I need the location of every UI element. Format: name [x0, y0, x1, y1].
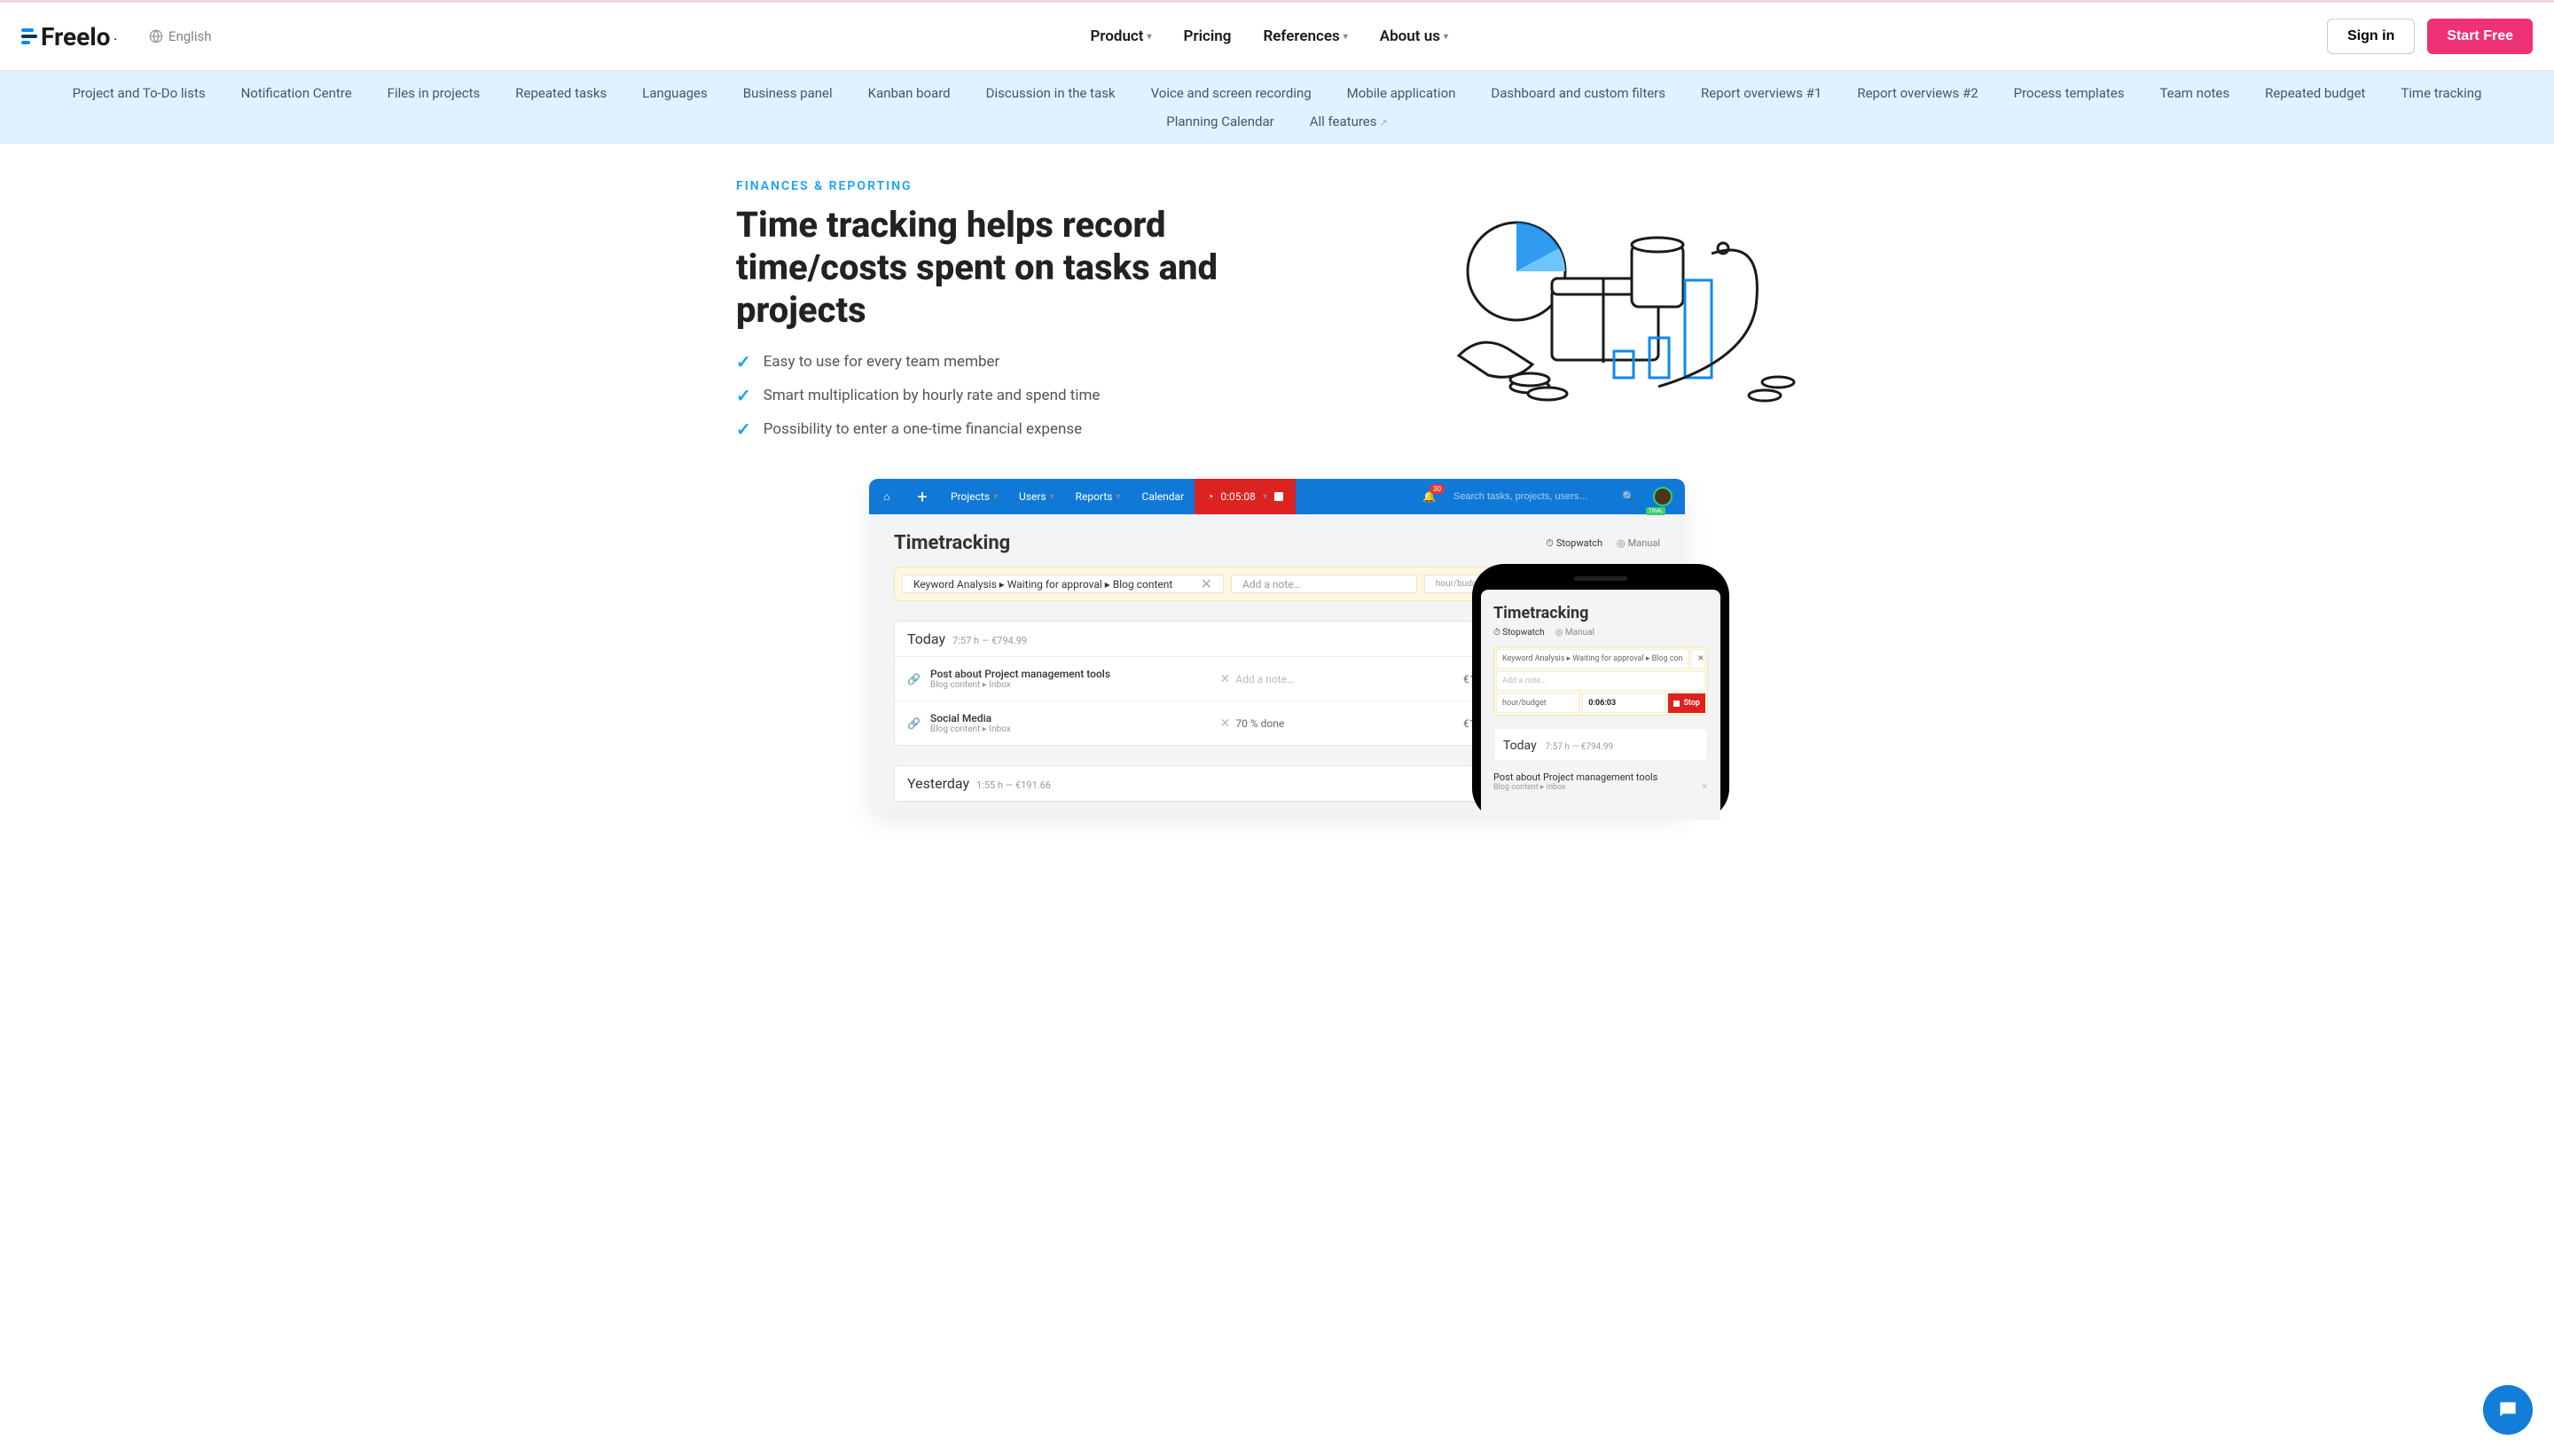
subnav-item[interactable]: Report overviews #1	[1701, 85, 1821, 101]
avatar[interactable]: TRIAL	[1653, 487, 1673, 506]
feature-bullet: ✓Smart multiplication by hourly rate and…	[736, 385, 1392, 406]
subnav-item[interactable]: Team notes	[2159, 85, 2229, 101]
globe-icon	[149, 29, 163, 43]
logo-icon	[21, 28, 37, 44]
subnav-item[interactable]: Planning Calendar	[1166, 114, 1273, 129]
nav-projects[interactable]: Projects▾	[940, 490, 1008, 503]
subnav-item[interactable]: Process templates	[2014, 85, 2125, 101]
subnav-item[interactable]: Time tracking	[2401, 85, 2481, 101]
home-icon[interactable]: ⌂	[869, 490, 905, 503]
mode-stopwatch[interactable]: ⏱ Stopwatch	[1493, 628, 1545, 638]
notifications-icon[interactable]: 🔔30	[1422, 490, 1436, 503]
link-icon: 🔗	[907, 717, 930, 730]
timer-widget[interactable]: ◔ 0:05:08▾	[1195, 479, 1296, 514]
mode-toggle: ⏱ Stopwatch ◎ Manual	[1546, 537, 1660, 550]
subnav-item[interactable]: Project and To-Do lists	[73, 85, 206, 101]
subnav-item[interactable]: Mobile application	[1347, 85, 1456, 101]
subnav-item[interactable]: Voice and screen recording	[1151, 85, 1312, 101]
close-icon[interactable]: ✕	[1701, 783, 1708, 792]
remove-icon[interactable]: ✕	[1214, 716, 1235, 731]
start-free-button[interactable]: Start Free	[2427, 19, 2533, 54]
chevron-down-icon: ▾	[1344, 32, 1348, 42]
mobile-mockup: Timetracking ⏱ Stopwatch ◎ Manual Keywor…	[1472, 564, 1729, 820]
link-icon: 🔗	[907, 673, 930, 685]
nav-product[interactable]: Product▾	[1090, 27, 1151, 45]
mode-manual[interactable]: ◎ Manual	[1617, 537, 1660, 550]
hero-title: Time tracking helps record time/costs sp…	[736, 204, 1233, 332]
search-icon[interactable]: 🔍	[1622, 490, 1635, 503]
subnav-item[interactable]: Repeated budget	[2265, 85, 2365, 101]
subnav-item[interactable]: Discussion in the task	[986, 85, 1116, 101]
search-input[interactable]	[1453, 491, 1604, 502]
add-icon[interactable]: +	[905, 486, 940, 507]
mode-stopwatch[interactable]: ⏱ Stopwatch	[1546, 537, 1602, 550]
subnav-item[interactable]: Business panel	[743, 85, 833, 101]
logo[interactable]: Freelo.	[21, 22, 117, 51]
subnav-item[interactable]: Kanban board	[868, 85, 951, 101]
signin-button[interactable]: Sign in	[2327, 19, 2415, 54]
subnav-item[interactable]: Languages	[642, 85, 708, 101]
nav-references[interactable]: References▾	[1263, 27, 1347, 45]
feature-bullet: ✓Possibility to enter a one-time financi…	[736, 419, 1392, 440]
remove-icon[interactable]: ✕	[1214, 672, 1235, 686]
elapsed-time: 0:06:03	[1582, 693, 1665, 713]
stop-button[interactable]: Stop	[1668, 693, 1705, 713]
nav-calendar[interactable]: Calendar	[1132, 490, 1195, 503]
app-screenshot: ⌂ + Projects▾ Users▾ Reports▾ Calendar ◔…	[834, 479, 1720, 811]
subnav-all-features[interactable]: All features	[1310, 114, 1388, 129]
subnav-item[interactable]: Dashboard and custom filters	[1491, 85, 1665, 101]
nav-reports[interactable]: Reports▾	[1065, 490, 1132, 503]
subnav-item[interactable]: Files in projects	[388, 85, 481, 101]
subnav-item[interactable]: Notification Centre	[241, 85, 352, 101]
nav-users[interactable]: Users▾	[1008, 490, 1065, 503]
nav-pricing[interactable]: Pricing	[1184, 27, 1232, 45]
feature-subnav: Project and To-Do lists Notification Cen…	[0, 71, 2554, 144]
chevron-down-icon: ▾	[1148, 32, 1152, 42]
chat-icon	[2496, 1398, 2519, 1421]
task-path[interactable]: Keyword Analysis ▸ Waiting for approval …	[1496, 649, 1688, 669]
clear-icon[interactable]: ✕	[1201, 575, 1212, 592]
clock-icon: ◔	[1207, 490, 1213, 503]
primary-nav: Product▾ Pricing References▾ About us▾	[1090, 27, 1448, 45]
rate-field[interactable]: hour/budget	[1496, 693, 1579, 713]
check-icon: ✓	[736, 419, 751, 440]
clear-icon[interactable]: ✕	[1691, 649, 1705, 669]
stop-icon	[1274, 492, 1283, 501]
note-input[interactable]: Add a note…	[1496, 671, 1705, 691]
check-icon: ✓	[736, 351, 751, 372]
main-header: Freelo. English Product▾ Pricing Referen…	[0, 0, 2554, 71]
note-input[interactable]: Add a note…	[1231, 575, 1417, 593]
check-icon: ✓	[736, 385, 751, 406]
subnav-item[interactable]: Repeated tasks	[515, 85, 607, 101]
logo-text: Freelo	[41, 22, 110, 51]
feature-bullet: ✓Easy to use for every team member	[736, 351, 1392, 372]
chat-launcher[interactable]	[2483, 1385, 2533, 1435]
mode-manual[interactable]: ◎ Manual	[1555, 628, 1594, 638]
task-path[interactable]: Keyword Analysis ▸ Waiting for approval …	[902, 575, 1224, 593]
app-topbar: ⌂ + Projects▾ Users▾ Reports▾ Calendar ◔…	[869, 479, 1685, 514]
hero: FINANCES & REPORTING Time tracking helps…	[701, 179, 1853, 452]
page-title: Timetracking	[894, 532, 1010, 554]
chevron-down-icon: ▾	[1444, 32, 1448, 42]
language-selector[interactable]: English	[149, 28, 212, 44]
hero-illustration	[1428, 209, 1818, 422]
subnav-item[interactable]: Report overviews #2	[1857, 85, 1978, 101]
hero-eyebrow: FINANCES & REPORTING	[736, 179, 1392, 193]
nav-about[interactable]: About us▾	[1380, 27, 1448, 45]
